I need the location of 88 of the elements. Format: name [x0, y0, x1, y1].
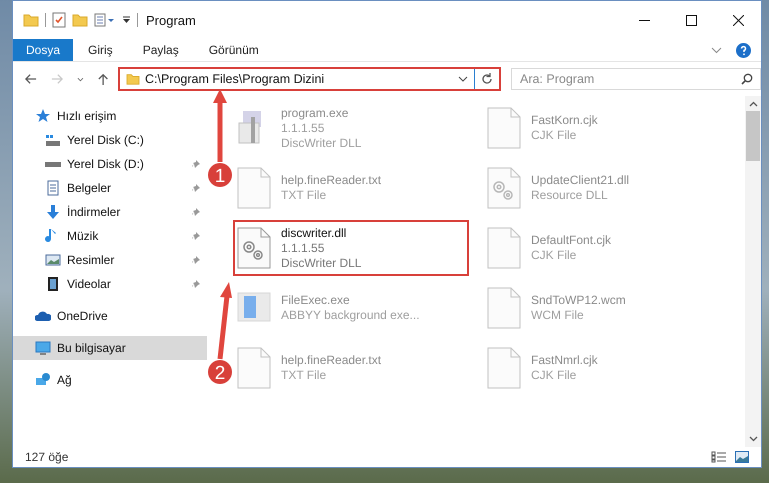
sidebar-item[interactable]: Ağ: [13, 368, 207, 392]
file-name: FileExec.exe: [281, 293, 351, 308]
properties-icon[interactable]: [94, 13, 116, 27]
item-count: 127 öğe: [25, 450, 68, 464]
blank-file-icon: [487, 227, 521, 269]
expand-ribbon-icon[interactable]: [711, 46, 722, 54]
blank-file-icon: [237, 347, 271, 389]
large-icons-view-icon[interactable]: [735, 451, 749, 463]
film-icon: [45, 276, 61, 292]
details-view-icon[interactable]: [711, 451, 727, 463]
file-name: SndToWP12.wcm: [531, 293, 626, 308]
file-detail: DiscWriter DLL: [281, 136, 362, 150]
scroll-up-icon[interactable]: [748, 101, 758, 107]
file-detail: WCM File: [531, 308, 585, 323]
monitor-icon: [35, 340, 51, 356]
file-detail: TXT File: [281, 188, 328, 203]
pin-icon[interactable]: [191, 279, 201, 289]
gears-file-icon: [487, 167, 521, 209]
file-name: help.fineReader.txt: [281, 173, 382, 188]
file-detail: 1.1.1.55: [281, 120, 326, 136]
document-icon: [45, 180, 61, 196]
refresh-icon: [480, 73, 493, 85]
pin-icon[interactable]: [191, 231, 201, 241]
search-icon: [740, 73, 753, 85]
search-field[interactable]: Ara: Program: [510, 68, 761, 90]
sidebar-item[interactable]: Hızlı erişim: [13, 104, 207, 128]
file-detail: CJK File: [531, 248, 578, 263]
gears-file-icon: [237, 227, 271, 269]
ribbon-tab[interactable]: Dosya: [13, 39, 74, 61]
ribbon-tab[interactable]: Giriş: [73, 39, 128, 61]
file-name: FastKorn.cjk: [531, 113, 598, 128]
folder-icon: [126, 73, 140, 85]
pin-icon[interactable]: [191, 159, 201, 169]
sidebar-item[interactable]: Bu bilgisayar: [13, 336, 207, 360]
close-icon[interactable]: [733, 14, 744, 26]
sidebar-item[interactable]: OneDrive: [13, 304, 207, 328]
scroll-down-icon[interactable]: [748, 436, 758, 442]
customize-dropdown-icon[interactable]: [122, 16, 131, 24]
sidebar-item[interactable]: Yerel Disk (D:): [13, 152, 207, 176]
file-detail: TXT File: [281, 368, 328, 383]
maximize-icon[interactable]: [686, 14, 697, 26]
file-name: help.fineReader.txt: [281, 353, 382, 368]
file-item[interactable]: discwriter.dll 1.1.1.55 DiscWriter DLL: [233, 220, 469, 276]
sidebar-item[interactable]: Resimler: [13, 248, 207, 272]
sidebar-item[interactable]: Belgeler: [13, 176, 207, 200]
file-detail: ABBYY background exe...: [281, 308, 420, 323]
download-arrow-icon: [45, 204, 61, 220]
file-name: program.exe: [281, 106, 350, 120]
address-field[interactable]: C:\Program Files\Program Dizini: [120, 69, 475, 89]
scrollbar-thumb[interactable]: [746, 111, 760, 161]
network-icon: [35, 372, 51, 388]
help-icon[interactable]: [736, 42, 751, 58]
scrollbar[interactable]: [745, 96, 761, 447]
file-name: DefaultFont.cjk: [531, 233, 612, 248]
blank-file-icon: [487, 347, 521, 389]
step-number-badge: 2: [208, 360, 232, 384]
file-detail: CJK File: [531, 368, 578, 383]
file-name: FastNmrl.cjk: [531, 353, 598, 368]
picture-icon: [45, 252, 61, 268]
file-name: discwriter.dll: [281, 226, 348, 240]
back-arrow-icon[interactable]: [25, 73, 37, 85]
drive-icon: [45, 132, 61, 148]
blank-file-icon: [487, 287, 521, 329]
file-detail: DiscWriter DLL: [281, 256, 362, 270]
sidebar-item[interactable]: İndirmeler: [13, 200, 207, 224]
checklist-icon[interactable]: [52, 12, 66, 28]
ribbon-tab[interactable]: Görünüm: [194, 39, 274, 61]
step-number-badge: 1: [208, 163, 232, 187]
drive-icon: [45, 162, 61, 166]
file-detail: Resource DLL: [531, 188, 609, 203]
up-arrow-icon[interactable]: [98, 72, 108, 86]
pin-icon[interactable]: [191, 255, 201, 265]
file-name: UpdateClient21.dll: [531, 173, 630, 188]
sidebar-item[interactable]: Yerel Disk (C:): [13, 128, 207, 152]
chevron-down-icon[interactable]: [76, 76, 84, 82]
sidebar-item[interactable]: Müzik: [13, 224, 207, 248]
file-detail: 1.1.1.55: [281, 240, 326, 256]
blank-file-icon: [237, 167, 271, 209]
pin-icon[interactable]: [191, 183, 201, 193]
window-title: Program: [146, 12, 196, 28]
pin-icon[interactable]: [191, 207, 201, 217]
file-detail: CJK File: [531, 128, 578, 143]
address-path: C:\Program Files\Program Dizini: [144, 72, 326, 86]
sidebar-item[interactable]: Videolar: [13, 272, 207, 296]
chevron-down-icon[interactable]: [458, 76, 468, 82]
star-icon: [35, 108, 51, 124]
blank-file-icon: [487, 107, 521, 149]
ribbon-tab[interactable]: Paylaş: [128, 39, 194, 61]
